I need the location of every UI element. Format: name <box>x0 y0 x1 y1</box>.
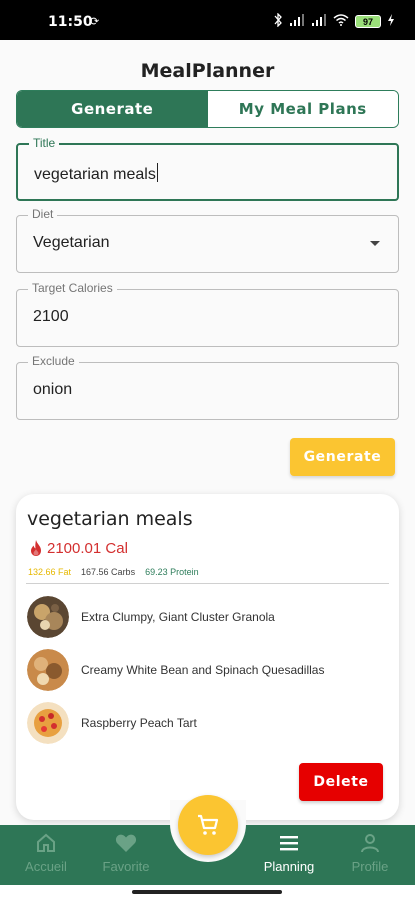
cart-fab-button[interactable] <box>178 795 238 855</box>
calories-label: Target Calories <box>28 281 117 295</box>
nav-profile[interactable]: Profile <box>335 833 405 874</box>
heart-icon <box>115 834 137 852</box>
nav-accueil[interactable]: Accueil <box>11 833 81 874</box>
tab-my-meal-plans[interactable]: My Meal Plans <box>207 91 398 127</box>
meal-name: Raspberry Peach Tart <box>81 716 197 730</box>
signal-icon <box>289 14 305 29</box>
nav-label: Profile <box>351 859 389 874</box>
nav-label: Planning <box>263 859 315 874</box>
calorie-row: 2100.01 Cal <box>28 539 128 557</box>
exclude-field[interactable]: Exclude onion <box>16 354 399 420</box>
tab-generate[interactable]: Generate <box>17 91 208 127</box>
tart-photo <box>27 702 69 744</box>
wifi-icon <box>333 14 349 29</box>
meal-name: Creamy White Bean and Spinach Quesadilla… <box>81 663 325 677</box>
status-bar: 11:50 ⟳ 97 <box>0 0 415 40</box>
nav-planning[interactable]: Planning <box>254 833 324 874</box>
nav-label: Accueil <box>25 859 67 874</box>
status-time: 11:50 <box>48 14 93 30</box>
nav-favorite[interactable]: Favorite <box>91 833 161 874</box>
quesadilla-photo <box>27 649 69 691</box>
title-input[interactable]: vegetarian meals <box>34 163 159 184</box>
meal-name: Extra Clumpy, Giant Cluster Granola <box>81 610 275 624</box>
menu-icon <box>280 836 298 851</box>
fat-value: 132.66 Fat <box>28 567 72 577</box>
status-icons: 97 <box>273 12 395 30</box>
protein-value: 69.23 Protein <box>145 567 199 577</box>
macros-row: 132.66 Fat 167.56 Carbs 69.23 Protein <box>28 567 199 577</box>
carbs-value: 167.56 Carbs <box>81 567 136 577</box>
exclude-value: onion <box>33 381 73 398</box>
meal-plan-card: vegetarian meals 2100.01 Cal 132.66 Fat … <box>16 494 399 820</box>
text-caret <box>156 163 159 182</box>
gesture-bar <box>0 885 415 900</box>
title-field[interactable]: Title vegetarian meals <box>16 136 399 201</box>
calories-field[interactable]: Target Calories 2100 <box>16 281 399 347</box>
meal-item[interactable]: Raspberry Peach Tart <box>27 702 197 744</box>
calorie-total: 2100.01 Cal <box>47 539 128 557</box>
mode-toggle: Generate My Meal Plans <box>16 90 399 128</box>
nav-label: Favorite <box>102 859 150 874</box>
title-value: vegetarian meals <box>34 166 156 183</box>
divider <box>26 583 389 584</box>
plan-title: vegetarian meals <box>27 508 193 530</box>
diet-select[interactable]: Diet Vegetarian <box>16 207 399 273</box>
cart-icon <box>198 814 219 835</box>
diet-label: Diet <box>28 207 58 221</box>
generate-button[interactable]: Generate <box>290 438 395 476</box>
dropdown-arrow-icon[interactable] <box>370 241 380 246</box>
person-icon <box>361 834 379 853</box>
granola-photo <box>27 596 69 638</box>
sync-icon: ⟳ <box>90 16 100 28</box>
meal-item[interactable]: Extra Clumpy, Giant Cluster Granola <box>27 596 275 638</box>
diet-value: Vegetarian <box>33 234 110 251</box>
calories-value: 2100 <box>33 308 69 325</box>
exclude-label: Exclude <box>28 354 79 368</box>
signal-icon-2 <box>311 14 327 29</box>
meal-item[interactable]: Creamy White Bean and Spinach Quesadilla… <box>27 649 324 691</box>
title-label: Title <box>29 136 60 150</box>
battery-icon: 97 <box>355 15 381 28</box>
home-icon <box>37 833 55 852</box>
app-title: MealPlanner <box>140 60 275 82</box>
home-gesture-handle[interactable] <box>132 890 282 894</box>
bluetooth-icon <box>273 12 283 30</box>
charging-icon <box>387 14 395 29</box>
flame-icon <box>31 540 41 556</box>
delete-button[interactable]: Delete <box>299 763 383 801</box>
